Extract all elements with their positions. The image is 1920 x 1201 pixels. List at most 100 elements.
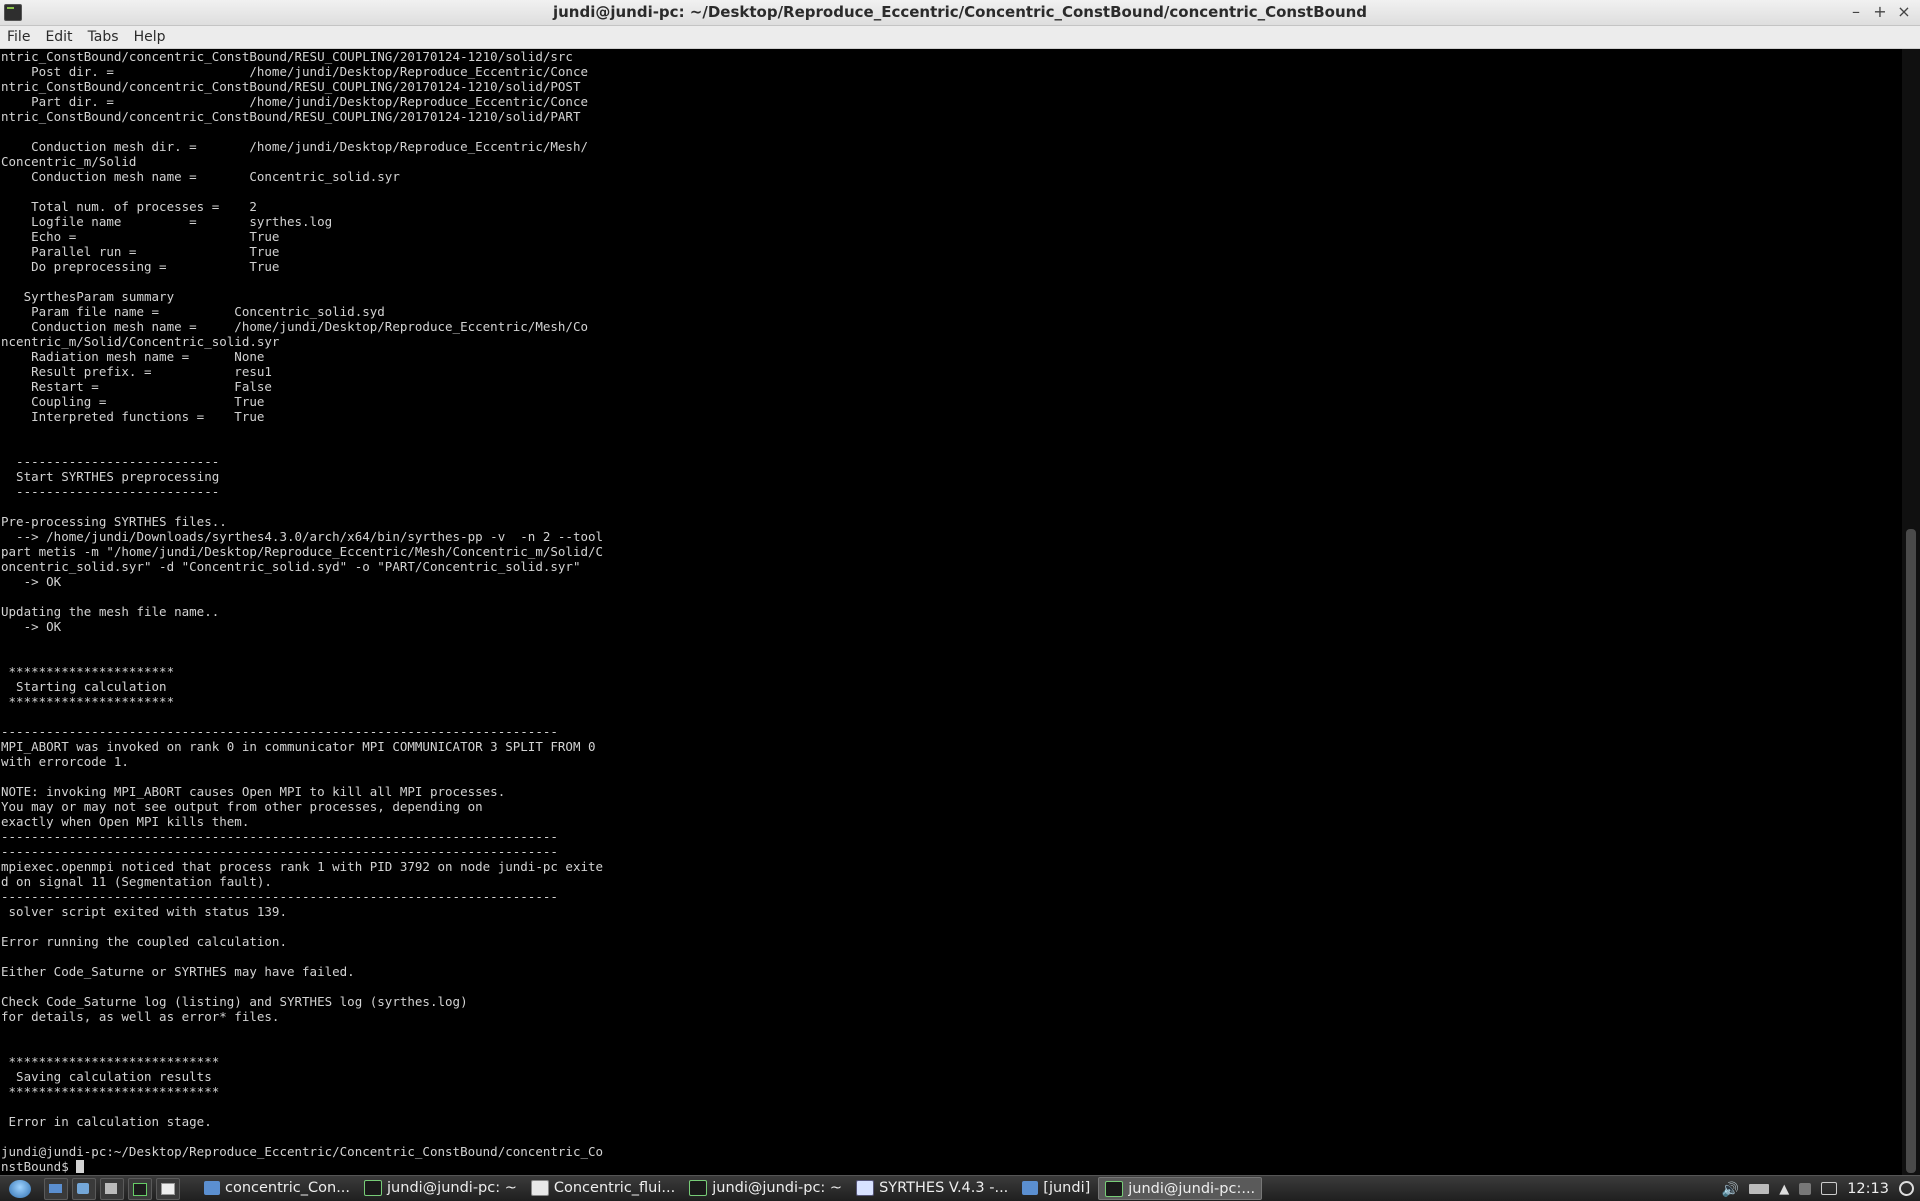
- terminal-line: -> OK: [1, 619, 62, 634]
- terminal-icon: [1105, 1180, 1124, 1197]
- volume-icon[interactable]: 🔊: [1722, 1182, 1739, 1198]
- task-list: concentric_Con... jundi@jundi-pc: ~ Concen…: [198, 1177, 1263, 1200]
- start-logo-icon: [9, 1179, 31, 1198]
- terminal-line: Start SYRTHES preprocessing: [1, 469, 220, 484]
- taskbar-item-label: [jundi]: [1043, 1179, 1091, 1196]
- menu-edit[interactable]: Edit: [38, 29, 80, 45]
- terminal-line: d on signal 11 (Segmentation fault).: [1, 874, 272, 889]
- terminal-line: MPI_ABORT was invoked on rank 0 in commu…: [1, 739, 596, 754]
- terminal-line: ---------------------------: [1, 454, 220, 469]
- terminal-line: You may or may not see output from other…: [1, 799, 483, 814]
- terminal-line: Error in calculation stage.: [1, 1114, 212, 1129]
- show-desktop-icon[interactable]: [156, 1177, 180, 1200]
- terminal-cursor: [76, 1160, 85, 1173]
- terminal-icon: [689, 1179, 708, 1196]
- terminal-line: Conduction mesh dir. = /home/jundi/Deskt…: [1, 139, 588, 154]
- maximize-button[interactable]: +: [1872, 2, 1888, 21]
- terminal-line: solver script exited with status 139.: [1, 904, 287, 919]
- terminal-line: Part dir. = /home/jundi/Desktop/Reproduc…: [1, 94, 588, 109]
- minimize-button[interactable]: –: [1848, 2, 1864, 21]
- browser-icon[interactable]: [72, 1177, 96, 1200]
- terminal-line: Either Code_Saturne or SYRTHES may have …: [1, 964, 355, 979]
- taskbar-item[interactable]: jundi@jundi-pc: ~: [683, 1177, 848, 1198]
- terminal-line: ntric_ConstBound/concentric_ConstBound/R…: [1, 109, 581, 124]
- terminal-launch-icon[interactable]: [128, 1177, 152, 1200]
- file-manager-icon[interactable]: [44, 1177, 68, 1200]
- taskbar-item[interactable]: jundi@jundi-pc: ~: [358, 1177, 523, 1198]
- terminal-line: ----------------------------------------…: [1, 724, 558, 739]
- flag-icon[interactable]: [1799, 1182, 1812, 1195]
- menu-tabs[interactable]: Tabs: [81, 29, 127, 45]
- power-icon[interactable]: [1899, 1181, 1914, 1196]
- terminal-line: Post dir. = /home/jundi/Desktop/Reproduc…: [1, 64, 588, 79]
- menu-file[interactable]: File: [0, 29, 38, 45]
- terminal-line: --> /home/jundi/Downloads/syrthes4.3.0/a…: [1, 529, 604, 544]
- terminal-line: ntric_ConstBound/concentric_ConstBound/R…: [1, 79, 581, 94]
- terminal-line: Logfile name = syrthes.log: [1, 214, 333, 229]
- close-button[interactable]: ×: [1896, 2, 1912, 21]
- menu-bar: File Edit Tabs Help: [0, 26, 1920, 49]
- terminal-line: Conduction mesh name = /home/jundi/Deskt…: [1, 319, 588, 334]
- terminal-line: -> OK: [1, 574, 62, 589]
- terminal-line: Error running the coupled calculation.: [1, 934, 287, 949]
- terminal-line: ----------------------------------------…: [1, 889, 558, 904]
- terminal-line: part metis -m "/home/jundi/Desktop/Repro…: [1, 544, 604, 559]
- clock[interactable]: 12:13: [1847, 1181, 1889, 1197]
- terminal-line: ----------------------------------------…: [1, 829, 558, 844]
- window-title: jundi@jundi-pc: ~/Desktop/Reproduce_Ecce…: [552, 3, 1368, 21]
- display-icon[interactable]: [1821, 1182, 1838, 1195]
- terminal-line: Check Code_Saturne log (listing) and SYR…: [1, 994, 468, 1009]
- terminal-line: Starting calculation: [1, 679, 167, 694]
- terminal-line: Radiation mesh name = None: [1, 349, 265, 364]
- documents-icon[interactable]: [100, 1177, 124, 1200]
- taskbar: concentric_Con... jundi@jundi-pc: ~ Concen…: [0, 1175, 1920, 1201]
- terminal-line: exactly when Open MPI kills them.: [1, 814, 250, 829]
- terminal-line: Echo = True: [1, 229, 280, 244]
- window-icon: [530, 1179, 549, 1196]
- terminal-line: ---------------------------: [1, 484, 220, 499]
- taskbar-item-label: jundi@jundi-pc:...: [1128, 1180, 1256, 1197]
- taskbar-item[interactable]: concentric_Con...: [198, 1177, 356, 1198]
- terminal-line: ----------------------------------------…: [1, 844, 558, 859]
- terminal-line: oncentric_solid.syr" -d "Concentric_soli…: [1, 559, 581, 574]
- terminal-line: SyrthesParam summary: [1, 289, 175, 304]
- terminal-line: mpiexec.openmpi noticed that process ran…: [1, 859, 604, 874]
- terminal-icon: [364, 1179, 383, 1196]
- taskbar-item[interactable]: [jundi]: [1016, 1177, 1096, 1198]
- window-titlebar[interactable]: jundi@jundi-pc: ~/Desktop/Reproduce_Ecce…: [0, 0, 1920, 26]
- system-tray: 🔊 ▲ 12:13: [1722, 1181, 1920, 1198]
- terminal-line: Interpreted functions = True: [1, 409, 265, 424]
- terminal-line: Updating the mesh file name..: [1, 604, 220, 619]
- terminal-line: Saving calculation results: [1, 1069, 212, 1084]
- terminal-line: ****************************: [1, 1084, 220, 1099]
- terminal-scrollbar[interactable]: [1902, 49, 1920, 1175]
- taskbar-item[interactable]: Concentric_flui...: [525, 1177, 681, 1198]
- terminal-prompt: nstBound$: [1, 1159, 77, 1174]
- terminal-text: ntric_ConstBound/concentric_ConstBound/R…: [0, 49, 1902, 1174]
- terminal-line: jundi@jundi-pc:~/Desktop/Reproduce_Eccen…: [1, 1144, 604, 1159]
- taskbar-item-label: SYRTHES V.4.3 -...: [879, 1179, 1009, 1196]
- terminal-line: Concentric_m/Solid: [1, 154, 137, 169]
- terminal-line: Pre-processing SYRTHES files..: [1, 514, 227, 529]
- terminal-line: ncentric_m/Solid/Concentric_solid.syr: [1, 334, 280, 349]
- terminal-line: Param file name = Concentric_solid.syd: [1, 304, 385, 319]
- terminal-line: NOTE: invoking MPI_ABORT causes Open MPI…: [1, 784, 506, 799]
- taskbar-item-label: concentric_Con...: [225, 1179, 351, 1196]
- menu-help[interactable]: Help: [127, 29, 174, 45]
- taskbar-item[interactable]: SYRTHES V.4.3 -...: [850, 1177, 1014, 1198]
- start-menu-button[interactable]: [0, 1177, 40, 1200]
- terminal-line: Conduction mesh name = Concentric_solid.…: [1, 169, 400, 184]
- terminal-line: for details, as well as error* files.: [1, 1009, 280, 1024]
- scrollbar-thumb[interactable]: [1906, 529, 1916, 1173]
- terminal-line: ****************************: [1, 1054, 220, 1069]
- network-icon[interactable]: ▲: [1779, 1182, 1789, 1197]
- taskbar-item[interactable]: jundi@jundi-pc:...: [1098, 1177, 1263, 1200]
- terminal-line: Do preprocessing = True: [1, 259, 280, 274]
- terminal-line: ntric_ConstBound/concentric_ConstBound/R…: [1, 49, 573, 64]
- app-icon: [856, 1179, 875, 1196]
- window-controls: – + ×: [1848, 2, 1912, 21]
- terminal-line: Total num. of processes = 2: [1, 199, 257, 214]
- folder-icon: [204, 1180, 220, 1195]
- battery-icon[interactable]: [1749, 1183, 1770, 1194]
- terminal-output[interactable]: ntric_ConstBound/concentric_ConstBound/R…: [0, 49, 1902, 1175]
